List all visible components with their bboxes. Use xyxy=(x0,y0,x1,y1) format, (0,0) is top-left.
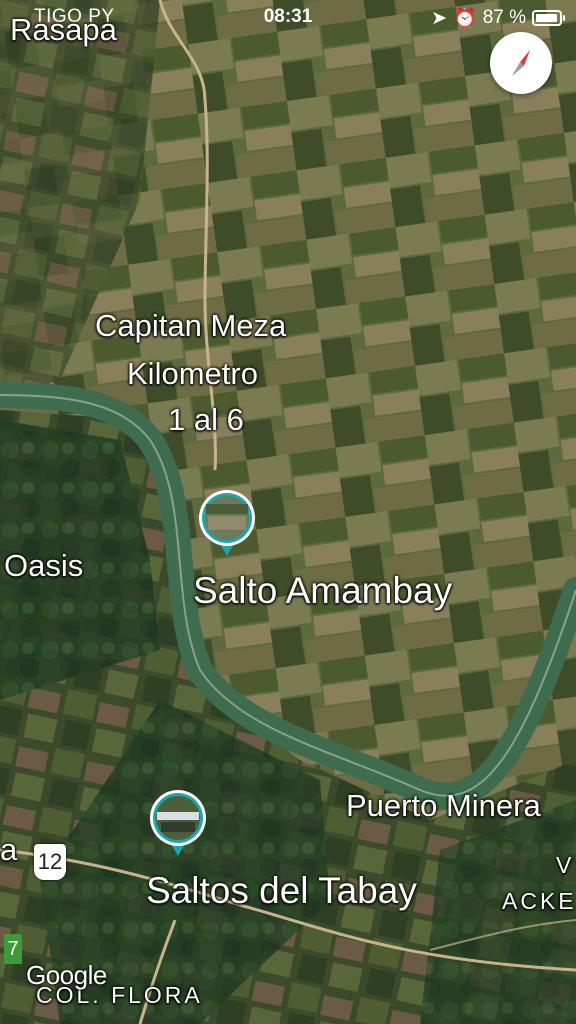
route-shield-12: 12 xyxy=(34,844,66,880)
place-label-capitan-meza-line2[interactable]: Kilometro xyxy=(127,356,258,392)
battery-percentage: 87 % xyxy=(482,7,526,28)
status-right-group: ➤ ⏰ 87 % xyxy=(431,6,565,30)
photo-pin-salto-amambay[interactable] xyxy=(198,488,256,558)
place-label-v[interactable]: V xyxy=(556,852,574,879)
place-label-puerto-minera[interactable]: Puerto Minera xyxy=(346,788,541,824)
place-label-capitan-meza-line1[interactable]: Capitan Meza xyxy=(95,308,286,344)
place-label-capitan-meza-line3[interactable]: 1 al 6 xyxy=(168,402,244,438)
place-label-a[interactable]: a xyxy=(0,832,17,868)
location-arrow-icon: ➤ xyxy=(431,7,448,29)
photo-pin-saltos-del-tabay[interactable] xyxy=(149,788,207,858)
place-label-salto-amambay[interactable]: Salto Amambay xyxy=(193,570,452,612)
waterfall-photo-icon xyxy=(199,490,255,556)
battery-icon xyxy=(532,10,565,26)
compass-button[interactable] xyxy=(490,32,552,94)
compass-icon xyxy=(512,50,530,76)
waterfall-photo-icon xyxy=(150,790,206,856)
place-label-oasis[interactable]: Oasis xyxy=(4,548,83,584)
place-label-rasapa[interactable]: Rasapa xyxy=(10,12,117,48)
alarm-icon: ⏰ xyxy=(453,8,477,29)
place-label-saltos-del-tabay[interactable]: Saltos del Tabay xyxy=(146,870,417,912)
google-attribution-logo[interactable]: Google xyxy=(26,960,107,991)
place-label-acke[interactable]: ACKE xyxy=(502,888,576,915)
route-shield-7: 7 xyxy=(4,934,22,964)
